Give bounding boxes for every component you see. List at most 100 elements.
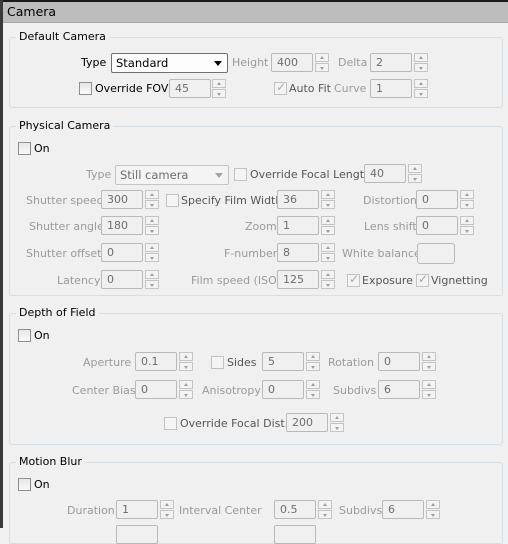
vignetting-checkbox[interactable] — [416, 272, 429, 287]
spinner-down-icon[interactable] — [318, 510, 332, 519]
override-focal-dist-checkbox[interactable] — [164, 417, 177, 430]
spinner-up-icon[interactable] — [460, 216, 474, 225]
focal-length-spinner[interactable] — [408, 164, 422, 184]
rotation-spinner[interactable] — [422, 352, 436, 372]
zoom-input[interactable]: 1 — [277, 216, 319, 235]
lens-shift-spinner[interactable] — [460, 216, 474, 236]
spinner-down-icon[interactable] — [460, 226, 474, 235]
shutter-angle-input[interactable]: 180 — [101, 216, 143, 235]
spinner-up-icon[interactable] — [414, 79, 428, 88]
exposure-checkbox[interactable] — [347, 272, 360, 287]
mb-subdivs-spinner[interactable] — [426, 500, 440, 520]
override-fov-checkbox[interactable] — [79, 82, 92, 95]
film-width-input[interactable]: 36 — [277, 190, 319, 209]
film-speed-input[interactable]: 125 — [277, 270, 319, 289]
lens-shift-input[interactable]: 0 — [416, 216, 458, 235]
spinner-up-icon[interactable] — [330, 413, 344, 422]
distortion-input[interactable]: 0 — [416, 190, 458, 209]
shutter-speed-input[interactable]: 300 — [101, 190, 143, 209]
spinner-down-icon[interactable] — [306, 390, 320, 399]
duration-input[interactable]: 1 — [116, 500, 158, 519]
delta-input[interactable]: 2 — [370, 53, 412, 72]
spinner-up-icon[interactable] — [426, 500, 440, 509]
dof-on-checkbox[interactable] — [18, 329, 31, 342]
latency-spinner[interactable] — [145, 270, 159, 290]
focal-length-input[interactable]: 40 — [364, 164, 406, 183]
spinner-down-icon[interactable] — [145, 226, 159, 235]
motion-blur-on-checkbox[interactable] — [18, 478, 31, 491]
camera-type-dropdown[interactable]: Standard — [111, 53, 228, 73]
spinner-down-icon[interactable] — [460, 200, 474, 209]
spinner-down-icon[interactable] — [306, 362, 320, 371]
spinner-up-icon[interactable] — [321, 243, 335, 252]
spinner-down-icon[interactable] — [179, 362, 193, 371]
specify-film-width-checkbox[interactable] — [166, 194, 179, 207]
spinner-up-icon[interactable] — [179, 352, 193, 361]
sides-spinner[interactable] — [306, 352, 320, 372]
spinner-down-icon[interactable] — [414, 89, 428, 98]
spinner-up-icon[interactable] — [422, 380, 436, 389]
spinner-down-icon[interactable] — [321, 200, 335, 209]
physical-camera-on-checkbox[interactable] — [18, 142, 31, 155]
fov-input[interactable]: 45 — [169, 79, 211, 98]
sides-checkbox[interactable] — [211, 356, 224, 369]
curve-input[interactable]: 1 — [370, 79, 412, 98]
spinner-up-icon[interactable] — [145, 216, 159, 225]
height-input[interactable]: 400 — [271, 53, 313, 72]
white-balance-color-swatch[interactable] — [417, 243, 455, 264]
spinner-up-icon[interactable] — [321, 190, 335, 199]
spinner-up-icon[interactable] — [321, 270, 335, 279]
zoom-spinner[interactable] — [321, 216, 335, 236]
spinner-down-icon[interactable] — [145, 280, 159, 289]
focal-dist-spinner[interactable] — [330, 413, 344, 433]
spinner-down-icon[interactable] — [330, 423, 344, 432]
spinner-down-icon[interactable] — [422, 362, 436, 371]
interval-center-spinner[interactable] — [318, 500, 332, 520]
spinner-up-icon[interactable] — [306, 352, 320, 361]
spinner-down-icon[interactable] — [414, 63, 428, 72]
dof-subdivs-spinner[interactable] — [422, 380, 436, 400]
distortion-spinner[interactable] — [460, 190, 474, 210]
override-focal-length-checkbox[interactable] — [234, 168, 247, 181]
spinner-up-icon[interactable] — [422, 352, 436, 361]
spinner-down-icon[interactable] — [321, 226, 335, 235]
spinner-up-icon[interactable] — [145, 243, 159, 252]
interval-center-input[interactable]: 0.5 — [274, 500, 316, 519]
spinner-down-icon[interactable] — [212, 89, 226, 98]
spinner-down-icon[interactable] — [321, 253, 335, 262]
delta-spinner[interactable] — [414, 53, 428, 73]
duration-spinner[interactable] — [160, 500, 174, 520]
spinner-up-icon[interactable] — [212, 79, 226, 88]
shutter-angle-spinner[interactable] — [145, 216, 159, 236]
spinner-down-icon[interactable] — [145, 200, 159, 209]
aperture-spinner[interactable] — [179, 352, 193, 372]
aperture-input[interactable]: 0.1 — [135, 352, 177, 371]
shutter-offset-spinner[interactable] — [145, 243, 159, 263]
anisotropy-input[interactable]: 0 — [262, 380, 304, 399]
spinner-down-icon[interactable] — [321, 280, 335, 289]
spinner-up-icon[interactable] — [408, 164, 422, 173]
spinner-down-icon[interactable] — [145, 253, 159, 262]
spinner-down-icon[interactable] — [160, 510, 174, 519]
camera-rollout-header[interactable]: Camera — [3, 2, 508, 23]
spinner-up-icon[interactable] — [315, 53, 329, 62]
center-bias-spinner[interactable] — [179, 380, 193, 400]
spinner-up-icon[interactable] — [414, 53, 428, 62]
focal-dist-input[interactable]: 200 — [286, 413, 328, 432]
fov-spinner[interactable] — [212, 79, 226, 99]
f-number-spinner[interactable] — [321, 243, 335, 263]
f-number-input[interactable]: 8 — [277, 243, 319, 262]
center-bias-input[interactable]: 0 — [135, 380, 177, 399]
spinner-down-icon[interactable] — [315, 63, 329, 72]
rotation-input[interactable]: 0 — [378, 352, 420, 371]
spinner-down-icon[interactable] — [422, 390, 436, 399]
latency-input[interactable]: 0 — [101, 270, 143, 289]
curve-spinner[interactable] — [414, 79, 428, 99]
spinner-up-icon[interactable] — [306, 380, 320, 389]
mb-subdivs-input[interactable]: 6 — [382, 500, 424, 519]
spinner-up-icon[interactable] — [145, 270, 159, 279]
shutter-offset-input[interactable]: 0 — [101, 243, 143, 262]
spinner-up-icon[interactable] — [460, 190, 474, 199]
auto-fit-checkbox[interactable] — [274, 80, 287, 95]
anisotropy-spinner[interactable] — [306, 380, 320, 400]
